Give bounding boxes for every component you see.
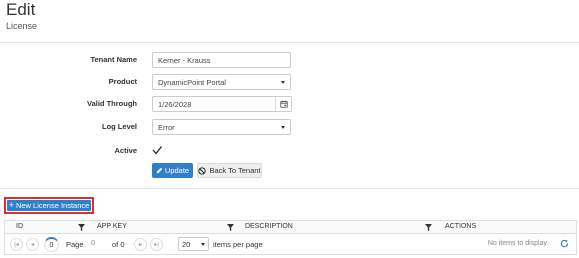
filter-icon[interactable]: [78, 224, 85, 231]
product-label: Product: [108, 77, 137, 86]
log-level-value: Error: [158, 123, 175, 132]
calendar-icon[interactable]: [275, 97, 291, 111]
product-row: Product DynamicPoint Portal: [0, 74, 579, 90]
product-select[interactable]: DynamicPoint Portal: [152, 74, 291, 90]
cancel-icon: [198, 166, 207, 175]
tenant-name-label: Tenant Name: [90, 55, 137, 64]
page-count-label: of 0: [112, 240, 125, 249]
active-row: Active: [0, 144, 579, 160]
last-page-icon[interactable]: ▸|: [150, 238, 163, 251]
column-header-actions: ACTIONS: [445, 223, 477, 230]
update-button[interactable]: Update: [152, 163, 193, 178]
next-page-icon[interactable]: ▸: [134, 238, 147, 251]
active-label: Active: [114, 146, 137, 155]
plus-icon: +: [8, 200, 14, 210]
valid-through-row: Valid Through 1/26/2028: [0, 96, 579, 112]
column-header-app-key[interactable]: APP KEY: [97, 223, 127, 230]
filter-icon[interactable]: [425, 224, 432, 231]
previous-page-icon[interactable]: ◂: [26, 238, 39, 251]
chevron-down-icon: [201, 243, 205, 246]
valid-through-field[interactable]: 1/26/2028: [152, 96, 292, 112]
column-header-id[interactable]: ID: [16, 223, 23, 230]
back-to-tenant-button[interactable]: Back To Tenant: [197, 163, 262, 178]
page-title: Edit: [6, 0, 36, 19]
log-level-select[interactable]: Error: [152, 119, 291, 135]
license-instance-grid: ID APP KEY DESCRIPTION ACTIONS |◂ ◂ 0 Pa…: [4, 220, 577, 255]
page-size-value: 20: [182, 240, 191, 249]
no-items-message: No items to display: [487, 240, 547, 247]
grid-header: ID APP KEY DESCRIPTION ACTIONS: [5, 221, 576, 234]
section-divider: [0, 188, 579, 189]
page-label: Page: [66, 240, 84, 249]
new-license-instance-label: New License Instance: [15, 201, 90, 210]
page-subtitle: License: [6, 21, 38, 31]
valid-through-label: Valid Through: [87, 99, 137, 108]
page-size-select[interactable]: 20: [178, 237, 209, 251]
log-level-row: Log Level Error: [0, 119, 579, 135]
pencil-icon: [156, 167, 163, 174]
current-page-indicator[interactable]: 0: [44, 237, 59, 252]
page-number-input[interactable]: 0: [88, 238, 110, 251]
tenant-name-field[interactable]: Kerner - Krauss: [152, 52, 291, 68]
column-header-description[interactable]: DESCRIPTION: [245, 223, 293, 230]
header-divider: [0, 42, 579, 43]
log-level-label: Log Level: [101, 122, 137, 131]
first-page-icon[interactable]: |◂: [10, 238, 23, 251]
tenant-name-row: Tenant Name Kerner - Krauss: [0, 52, 579, 68]
chevron-down-icon: [281, 126, 285, 129]
update-button-label: Update: [164, 166, 190, 175]
new-license-instance-button[interactable]: + New License Instance: [7, 200, 91, 211]
grid-pager: |◂ ◂ 0 Page 0 of 0 ▸ ▸| 20 items per pag…: [5, 234, 576, 255]
chevron-down-icon: [281, 81, 285, 84]
active-checkbox[interactable]: [152, 145, 162, 155]
new-license-highlight: + New License Instance: [4, 197, 94, 214]
product-value: DynamicPoint Portal: [158, 78, 226, 87]
filter-icon[interactable]: [227, 224, 234, 231]
items-per-page-label: items per page: [213, 240, 263, 249]
back-to-tenant-label: Back To Tenant: [209, 166, 261, 175]
valid-through-value: 1/26/2028: [158, 100, 192, 109]
refresh-icon[interactable]: [560, 239, 569, 248]
